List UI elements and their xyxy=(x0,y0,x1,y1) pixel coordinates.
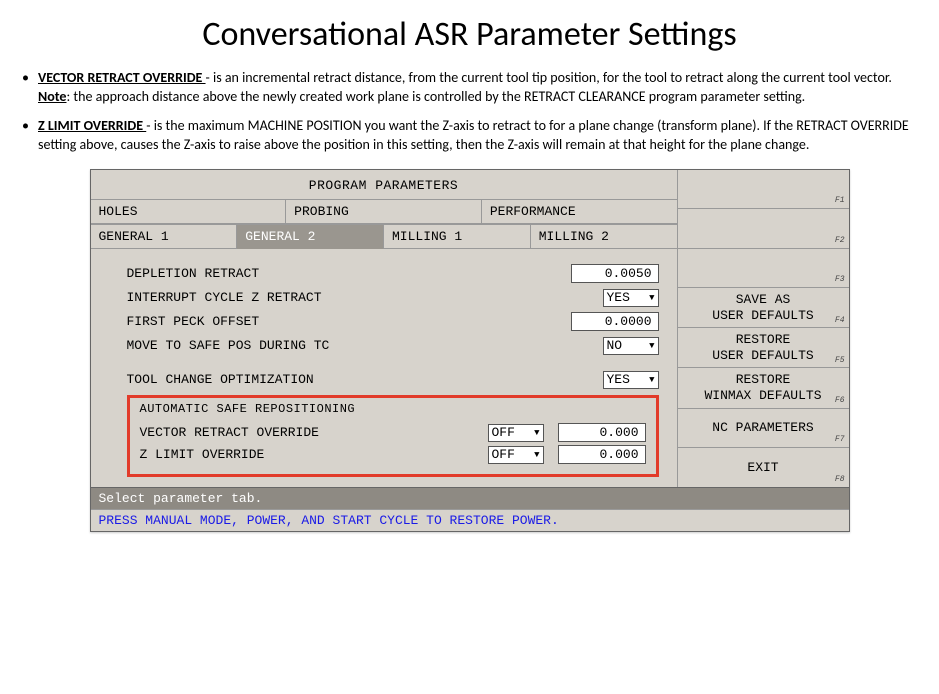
select-tool-change-opt[interactable]: YES ▼ xyxy=(603,371,659,389)
chevron-down-icon: ▼ xyxy=(649,375,654,385)
fkey-code: F7 xyxy=(835,435,845,445)
tab-performance[interactable]: PERFORMANCE xyxy=(482,200,677,224)
select-vector-retract-override[interactable]: OFF ▼ xyxy=(488,424,544,442)
select-z-limit-override[interactable]: OFF ▼ xyxy=(488,446,544,464)
label-first-peck-offset: FIRST PECK OFFSET xyxy=(127,314,571,329)
fkey-code: F1 xyxy=(835,196,845,206)
tab-holes[interactable]: HOLES xyxy=(91,200,287,224)
term-vector-retract: VECTOR RETRACT OVERRIDE xyxy=(38,69,206,86)
fkey-code: F5 xyxy=(835,356,845,366)
status-blue-text: PRESS MANUAL MODE, POWER, AND START CYCL… xyxy=(99,513,841,528)
tabs-row-1: HOLES PROBING PERFORMANCE xyxy=(91,199,677,224)
note-label: Note xyxy=(38,88,66,105)
fkey-label: SAVE AS USER DEFAULTS xyxy=(712,292,813,323)
definition-body: is the maximum MACHINE POSITION you want… xyxy=(38,117,909,153)
tab-probing[interactable]: PROBING xyxy=(286,200,482,224)
input-first-peck-offset[interactable]: 0.0000 xyxy=(571,312,659,331)
fkey-code: F6 xyxy=(835,396,845,406)
chevron-down-icon: ▼ xyxy=(534,428,539,438)
asr-group: AUTOMATIC SAFE REPOSITIONING VECTOR RETR… xyxy=(127,395,659,477)
term-z-limit: Z LIMIT OVERRIDE xyxy=(38,117,146,134)
label-depletion-retract: DEPLETION RETRACT xyxy=(127,266,571,281)
label-z-limit-override: Z LIMIT OVERRIDE xyxy=(140,447,488,462)
dash: - xyxy=(146,117,153,134)
fkey-code: F3 xyxy=(835,275,845,285)
tab-milling-1[interactable]: MILLING 1 xyxy=(384,225,531,249)
select-interrupt-cycle[interactable]: YES ▼ xyxy=(603,289,659,307)
fkey-label: RESTORE WINMAX DEFAULTS xyxy=(704,372,821,403)
dash: - xyxy=(206,69,213,86)
label-vector-retract-override: VECTOR RETRACT OVERRIDE xyxy=(140,425,488,440)
tab-milling-2[interactable]: MILLING 2 xyxy=(531,225,677,249)
cnc-panel: PROGRAM PARAMETERS HOLES PROBING PERFORM… xyxy=(90,169,850,532)
chevron-down-icon: ▼ xyxy=(649,341,654,351)
fkey-code: F8 xyxy=(835,475,845,485)
select-value: OFF xyxy=(492,447,515,462)
fkey-save-as-user-defaults[interactable]: SAVE AS USER DEFAULTS F4 xyxy=(678,288,849,328)
fkey-f1[interactable]: F1 xyxy=(678,170,849,209)
function-key-column: F1 F2 F3 SAVE AS USER DEFAULTS F4 RESTORE… xyxy=(677,170,849,487)
label-tool-change-opt: TOOL CHANGE OPTIMIZATION xyxy=(127,372,603,387)
definition-body: is an incremental retract distance, from… xyxy=(213,69,892,86)
select-value: YES xyxy=(607,290,630,305)
page-title: Conversational ASR Parameter Settings xyxy=(20,14,919,55)
fkey-nc-parameters[interactable]: NC PARAMETERS F7 xyxy=(678,409,849,448)
fkey-code: F4 xyxy=(835,316,845,326)
fkey-label: NC PARAMETERS xyxy=(712,420,813,436)
select-move-safe-pos[interactable]: NO ▼ xyxy=(603,337,659,355)
input-vector-retract-override[interactable]: 0.000 xyxy=(558,423,646,442)
select-value: OFF xyxy=(492,425,515,440)
input-depletion-retract[interactable]: 0.0050 xyxy=(571,264,659,283)
definition-item: VECTOR RETRACT OVERRIDE - is an incremen… xyxy=(20,69,919,107)
fkey-exit[interactable]: EXIT F8 xyxy=(678,448,849,486)
definition-item: Z LIMIT OVERRIDE - is the maximum MACHIN… xyxy=(20,117,919,155)
fkey-restore-winmax-defaults[interactable]: RESTORE WINMAX DEFAULTS F6 xyxy=(678,368,849,408)
select-value: YES xyxy=(607,372,630,387)
select-value: NO xyxy=(607,338,623,353)
fkey-code: F2 xyxy=(835,236,845,246)
fkey-label: RESTORE USER DEFAULTS xyxy=(712,332,813,363)
fkey-f2[interactable]: F2 xyxy=(678,209,849,248)
fkey-label: EXIT xyxy=(747,460,778,476)
fkey-restore-user-defaults[interactable]: RESTORE USER DEFAULTS F5 xyxy=(678,328,849,368)
status-bar-blue: PRESS MANUAL MODE, POWER, AND START CYCL… xyxy=(91,509,849,531)
tab-general-2[interactable]: GENERAL 2 xyxy=(237,225,384,249)
label-interrupt-cycle: INTERRUPT CYCLE Z RETRACT xyxy=(127,290,603,305)
asr-legend: AUTOMATIC SAFE REPOSITIONING xyxy=(140,402,646,416)
fkey-f3[interactable]: F3 xyxy=(678,249,849,288)
chevron-down-icon: ▼ xyxy=(534,450,539,460)
chevron-down-icon: ▼ xyxy=(649,293,654,303)
definition-list: VECTOR RETRACT OVERRIDE - is an incremen… xyxy=(20,69,919,155)
panel-header: PROGRAM PARAMETERS xyxy=(91,170,677,199)
status-grey-text: Select parameter tab. xyxy=(99,491,841,506)
label-move-safe-pos: MOVE TO SAFE POS DURING TC xyxy=(127,338,603,353)
definition-body-2: : the approach distance above the newly … xyxy=(66,88,805,105)
tab-general-1[interactable]: GENERAL 1 xyxy=(91,225,238,249)
tabs-row-2: GENERAL 1 GENERAL 2 MILLING 1 MILLING 2 xyxy=(91,224,677,249)
status-bar-grey: Select parameter tab. xyxy=(91,487,849,509)
tab-content: DEPLETION RETRACT 0.0050 INTERRUPT CYCLE… xyxy=(91,249,677,487)
input-z-limit-override[interactable]: 0.000 xyxy=(558,445,646,464)
